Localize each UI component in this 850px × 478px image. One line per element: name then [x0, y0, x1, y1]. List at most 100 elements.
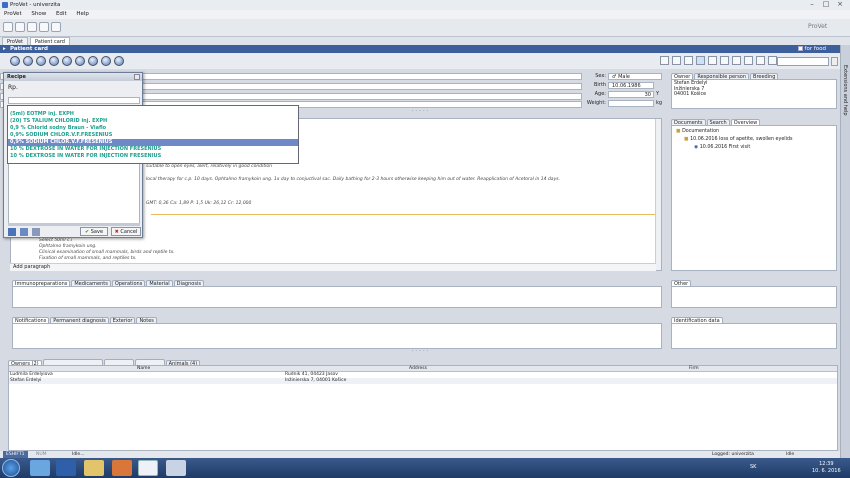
- save-icon[interactable]: [20, 228, 28, 236]
- patient-toolbar: [0, 53, 840, 69]
- extensions-sidebar[interactable]: Extensions and help: [840, 45, 850, 458]
- folder-icon[interactable]: [84, 460, 104, 476]
- note-line: Clinical examination of small mammals, b…: [39, 250, 175, 255]
- remove-icon[interactable]: [23, 56, 33, 66]
- dropdown-option[interactable]: 10 % DEXTROSE IN WATER FOR INJECTION FRE…: [8, 153, 298, 160]
- weight-unit: kg: [656, 100, 663, 106]
- refresh-icon[interactable]: [114, 56, 124, 66]
- table-cell: Stefan Erdelyi: [10, 378, 42, 383]
- medicament-dropdown[interactable]: (5ml) EOTMP inj. EXPH (20) TS TALIUM CHL…: [7, 105, 299, 164]
- next-icon[interactable]: [88, 56, 98, 66]
- recipe-scroll[interactable]: [8, 223, 140, 226]
- age-field[interactable]: 30: [608, 91, 654, 98]
- birth-label: Birth: [593, 82, 606, 88]
- media-icon[interactable]: [112, 460, 132, 476]
- pen-icon[interactable]: [708, 56, 717, 65]
- patient-card-header: ▸ Patient card for food: [0, 45, 840, 53]
- clock[interactable]: 12:39 10. 6. 2016: [812, 461, 841, 475]
- documents-tree: ■ Documentation ■ 10.06.2016 loss of ape…: [671, 125, 837, 271]
- search-go-icon[interactable]: [831, 57, 838, 66]
- info-icon[interactable]: [49, 56, 59, 66]
- language-indicator[interactable]: SK: [750, 464, 756, 470]
- note-line: suitable to open eyes, alert, relatively…: [146, 164, 272, 169]
- tool-icon[interactable]: [166, 460, 186, 476]
- note-line: local therapy for c.p. 10 days. Ophtalmo…: [146, 177, 561, 182]
- document-icon[interactable]: [672, 56, 681, 65]
- save-button[interactable]: ✔ Save: [80, 227, 108, 236]
- list-icon[interactable]: [660, 56, 669, 65]
- maximize-button[interactable]: □: [820, 1, 832, 9]
- note-line: Ophtalmo framykoin ung.: [39, 244, 97, 249]
- splitter-handle[interactable]: · · · · ·: [380, 109, 460, 115]
- search-icon[interactable]: [39, 22, 49, 32]
- chart-icon[interactable]: [768, 56, 777, 65]
- taskbar: SK 12:39 10. 6. 2016: [0, 458, 850, 478]
- last-icon[interactable]: [101, 56, 111, 66]
- medical-panel: [12, 286, 662, 308]
- note-line: GMT: 0,36 Ca: 1,89 P: 1,5 Uk: 26,12 Cr: …: [146, 201, 252, 206]
- clock-time: 12:39: [819, 461, 834, 467]
- tree-root[interactable]: ■ Documentation: [676, 129, 719, 134]
- table-row[interactable]: Stefan Erdelyi Inžinierska 7, 04001 Koši…: [9, 378, 837, 384]
- add-icon[interactable]: [10, 56, 20, 66]
- other-panel: [671, 286, 837, 308]
- edit-icon[interactable]: [36, 56, 46, 66]
- weight-field[interactable]: [608, 100, 654, 107]
- start-button-icon[interactable]: [2, 459, 20, 477]
- weight-label: Weight:: [586, 100, 606, 106]
- collapse-arrow-icon[interactable]: ▸: [3, 45, 6, 53]
- cancel-button[interactable]: ✖ Cancel: [111, 227, 141, 236]
- ie-icon[interactable]: [30, 460, 50, 476]
- dropdown-option[interactable]: 0,9% SODIUM CHLOR.V.F.FRESENIUS: [8, 132, 298, 139]
- print-icon[interactable]: [8, 228, 16, 236]
- age-unit: Y: [656, 91, 660, 97]
- tb-icon[interactable]: [744, 56, 753, 65]
- minimize-button[interactable]: –: [806, 1, 818, 9]
- menu-provet[interactable]: ProVet: [4, 11, 22, 17]
- provet-task-icon[interactable]: [138, 460, 158, 476]
- status-login: Logged: univerzita: [712, 452, 754, 457]
- menu-edit[interactable]: Edit: [56, 11, 67, 17]
- recipe-input[interactable]: [8, 97, 140, 104]
- dropdown-option[interactable]: 10 % DEXTROSE IN WATER FOR INJECTION FRE…: [8, 146, 298, 153]
- calendar-icon[interactable]: [720, 56, 729, 65]
- sex-select[interactable]: ♂ Male: [608, 73, 662, 80]
- owner-panel: Stefan Erdelyi Inžinierska 7 04001 Košic…: [671, 79, 837, 109]
- dropdown-option[interactable]: 0,9 % Chlorid sodny Braun - Viaflo: [8, 125, 298, 132]
- dropdown-option[interactable]: (5ml) EOTMP inj. EXPH: [8, 111, 298, 118]
- clock-date: 10. 6. 2016: [812, 468, 841, 474]
- notifications-panel: [12, 323, 662, 349]
- patient-icon[interactable]: [696, 56, 705, 65]
- scrollbar[interactable]: [655, 119, 661, 270]
- tree-visit[interactable]: ■ 10.06.2016 loss of apetite, swollen ey…: [684, 137, 793, 142]
- menu-show[interactable]: Show: [31, 11, 46, 17]
- camera-icon[interactable]: [732, 56, 741, 65]
- for-food-checkbox[interactable]: for food: [797, 45, 826, 53]
- home-icon[interactable]: [3, 22, 13, 32]
- copy-icon[interactable]: [32, 228, 40, 236]
- dropdown-option[interactable]: (20) TS TALIUM CHLORID inj. EXPH: [8, 118, 298, 125]
- grid-icon[interactable]: [684, 56, 693, 65]
- settings-icon[interactable]: [51, 22, 61, 32]
- print-icon[interactable]: [27, 22, 37, 32]
- splitter-handle[interactable]: · · · · ·: [380, 349, 460, 355]
- close-button[interactable]: ×: [834, 1, 846, 9]
- owners-table: Name Address Firm Ludmila Erdelyiova Rud…: [8, 365, 838, 451]
- owner-city: 04001 Košice: [674, 92, 707, 97]
- first-icon[interactable]: [62, 56, 72, 66]
- dialog-close-icon[interactable]: [134, 74, 140, 80]
- status-right: Idle: [786, 452, 795, 457]
- quick-search-input[interactable]: [777, 57, 829, 66]
- add-paragraph-button[interactable]: Add paragraph: [10, 263, 656, 271]
- back-icon[interactable]: [15, 22, 25, 32]
- prev-icon[interactable]: [75, 56, 85, 66]
- status-bar: ESHIFT1 NUM Idle... Logged: univerzita I…: [0, 451, 840, 458]
- menu-help[interactable]: Help: [76, 11, 89, 17]
- dropdown-option-selected[interactable]: 0,9% SODIUM CHLOR.V.F.FRESENIUS: [8, 139, 298, 146]
- tree-first-visit[interactable]: ◉ 10.06.2016 First visit: [694, 145, 750, 150]
- note-line: Fixation of small mammals, and reptiles …: [39, 256, 137, 261]
- sidebar-label: Extensions and help: [842, 65, 848, 116]
- save-icon[interactable]: [56, 460, 76, 476]
- birth-date-field[interactable]: 10.06.1986: [608, 82, 654, 89]
- globe-icon[interactable]: [756, 56, 765, 65]
